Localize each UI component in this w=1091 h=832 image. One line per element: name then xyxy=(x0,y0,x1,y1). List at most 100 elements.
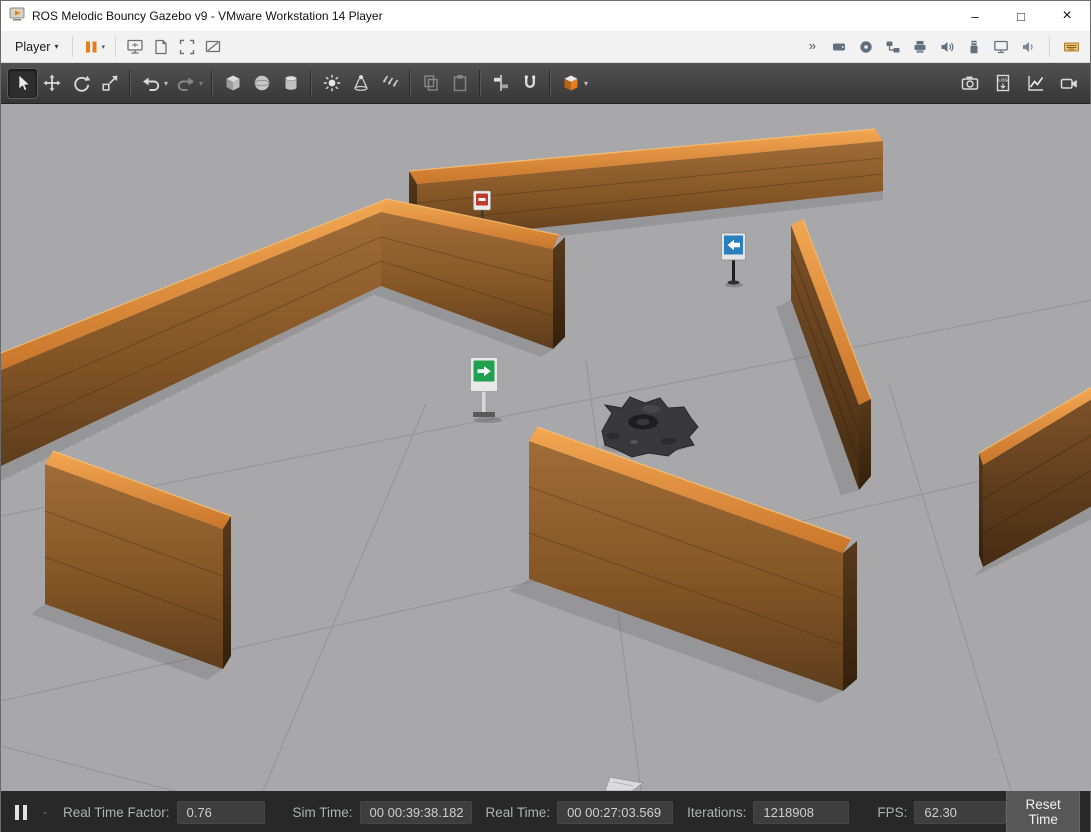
send-to-desktop-button[interactable] xyxy=(148,34,174,60)
undo-history-caret[interactable]: ▾ xyxy=(164,79,168,88)
align-button[interactable] xyxy=(486,69,515,98)
toolbar-separator xyxy=(115,37,116,57)
toolbar-separator xyxy=(479,70,481,96)
orange-cube-icon xyxy=(561,73,581,93)
maximize-button[interactable]: □ xyxy=(998,1,1044,31)
vmware-window: ROS Melodic Bouncy Gazebo v9 - VMware Wo… xyxy=(0,0,1091,832)
sim-pause-button[interactable] xyxy=(11,805,31,820)
svg-text:LOG: LOG xyxy=(998,77,1008,82)
virtual-keyboard-icon[interactable] xyxy=(1059,34,1084,60)
vmware-player-logo-icon xyxy=(9,6,25,27)
usb-device-icon[interactable] xyxy=(962,34,986,60)
steps-separator: - xyxy=(43,805,47,819)
camera-icon xyxy=(960,73,980,93)
copy-icon xyxy=(421,73,441,93)
printer-icon[interactable] xyxy=(908,34,932,60)
toolbar-separator xyxy=(549,70,551,96)
video-record-button[interactable] xyxy=(1054,69,1083,98)
log-icon: LOG xyxy=(993,73,1013,93)
log-record-button[interactable]: LOG xyxy=(988,69,1017,98)
sun-icon xyxy=(322,73,342,93)
screenshot-button[interactable] xyxy=(955,69,984,98)
redo-history-caret[interactable]: ▾ xyxy=(199,79,203,88)
pause-icon xyxy=(83,39,99,55)
overflow-chevron[interactable]: » xyxy=(809,38,824,55)
fps-value: 62.30 xyxy=(914,801,1006,824)
cd-dvd-icon[interactable] xyxy=(854,34,878,60)
real-time-label: Real Time: xyxy=(486,805,551,820)
window-title: ROS Melodic Bouncy Gazebo v9 - VMware Wo… xyxy=(32,9,383,23)
pause-vm-button[interactable]: ▾ xyxy=(79,34,109,60)
redo-button[interactable] xyxy=(171,69,200,98)
gazebo-toolbar: ▾ ▾ xyxy=(1,63,1090,104)
network-adapter-icon[interactable] xyxy=(881,34,905,60)
undo-arrow-icon xyxy=(141,73,161,93)
cube-icon xyxy=(223,73,243,93)
exit-fullscreen-button[interactable] xyxy=(200,34,226,60)
fullscreen-icon xyxy=(178,38,196,56)
sphere-icon xyxy=(252,73,272,93)
vmware-toolbar: Player ▾ ▾ xyxy=(1,31,1090,63)
tool-translate[interactable] xyxy=(37,69,66,98)
line-chart-icon xyxy=(1026,73,1046,93)
player-menu[interactable]: Player ▾ xyxy=(7,36,66,58)
chevron-down-icon: ▾ xyxy=(101,43,105,51)
monitor-icon xyxy=(126,38,144,56)
real-time-value: 00 00:27:03.569 xyxy=(557,801,673,824)
cursor-arrow-icon xyxy=(13,73,33,93)
view-angle-caret[interactable]: ▾ xyxy=(584,79,588,88)
player-menu-label: Player xyxy=(15,40,50,54)
insert-cylinder-button[interactable] xyxy=(276,69,305,98)
tool-scale[interactable] xyxy=(95,69,124,98)
sim-time-value: 00 00:39:38.182 xyxy=(360,801,472,824)
fps-label: FPS: xyxy=(877,805,907,820)
rotate-icon xyxy=(71,73,91,93)
snap-button[interactable] xyxy=(515,69,544,98)
display-icon[interactable] xyxy=(989,34,1013,60)
iterations-value: 1218908 xyxy=(753,801,849,824)
toolbar-separator xyxy=(211,70,213,96)
page-icon xyxy=(152,38,170,56)
tool-select[interactable] xyxy=(8,69,37,98)
scale-icon xyxy=(100,73,120,93)
directional-light-button[interactable] xyxy=(375,69,404,98)
tool-rotate[interactable] xyxy=(66,69,95,98)
insert-box-button[interactable] xyxy=(218,69,247,98)
minimize-button[interactable]: – xyxy=(952,1,998,31)
toolbar-separator xyxy=(310,70,312,96)
fit-guest-screen-button[interactable] xyxy=(122,34,148,60)
view-angle-button[interactable] xyxy=(556,69,585,98)
reset-time-button[interactable]: Reset Time xyxy=(1006,789,1080,832)
crossed-screen-icon xyxy=(204,38,222,56)
speaker-icon[interactable] xyxy=(1016,34,1040,60)
spotlight-icon xyxy=(351,73,371,93)
fullscreen-button[interactable] xyxy=(174,34,200,60)
sound-card-icon[interactable] xyxy=(935,34,959,60)
close-button[interactable]: × xyxy=(1044,1,1090,31)
move-arrows-icon xyxy=(42,73,62,93)
directional-rays-icon xyxy=(380,73,400,93)
toolbar-separator xyxy=(72,37,73,57)
toolbar-separator xyxy=(1049,37,1050,57)
magnet-icon xyxy=(520,73,540,93)
video-camera-icon xyxy=(1059,73,1079,93)
copy-button[interactable] xyxy=(416,69,445,98)
sim-time-label: Sim Time: xyxy=(293,805,353,820)
real-time-factor-label: Real Time Factor: xyxy=(63,805,170,820)
toolbar-separator xyxy=(129,70,131,96)
real-time-factor-value: 0.76 xyxy=(177,801,265,824)
undo-button[interactable] xyxy=(136,69,165,98)
gazebo-3d-viewport[interactable] xyxy=(1,104,1090,791)
title-bar: ROS Melodic Bouncy Gazebo v9 - VMware Wo… xyxy=(1,1,1090,31)
iterations-label: Iterations: xyxy=(687,805,746,820)
hard-disk-icon[interactable] xyxy=(827,34,851,60)
simulation-status-bar: - Real Time Factor: 0.76 Sim Time: 00 00… xyxy=(1,791,1090,832)
toolbar-separator xyxy=(409,70,411,96)
paste-icon xyxy=(450,73,470,93)
plot-button[interactable] xyxy=(1021,69,1050,98)
spot-light-button[interactable] xyxy=(346,69,375,98)
paste-button[interactable] xyxy=(445,69,474,98)
point-light-button[interactable] xyxy=(317,69,346,98)
cylinder-icon xyxy=(281,73,301,93)
insert-sphere-button[interactable] xyxy=(247,69,276,98)
